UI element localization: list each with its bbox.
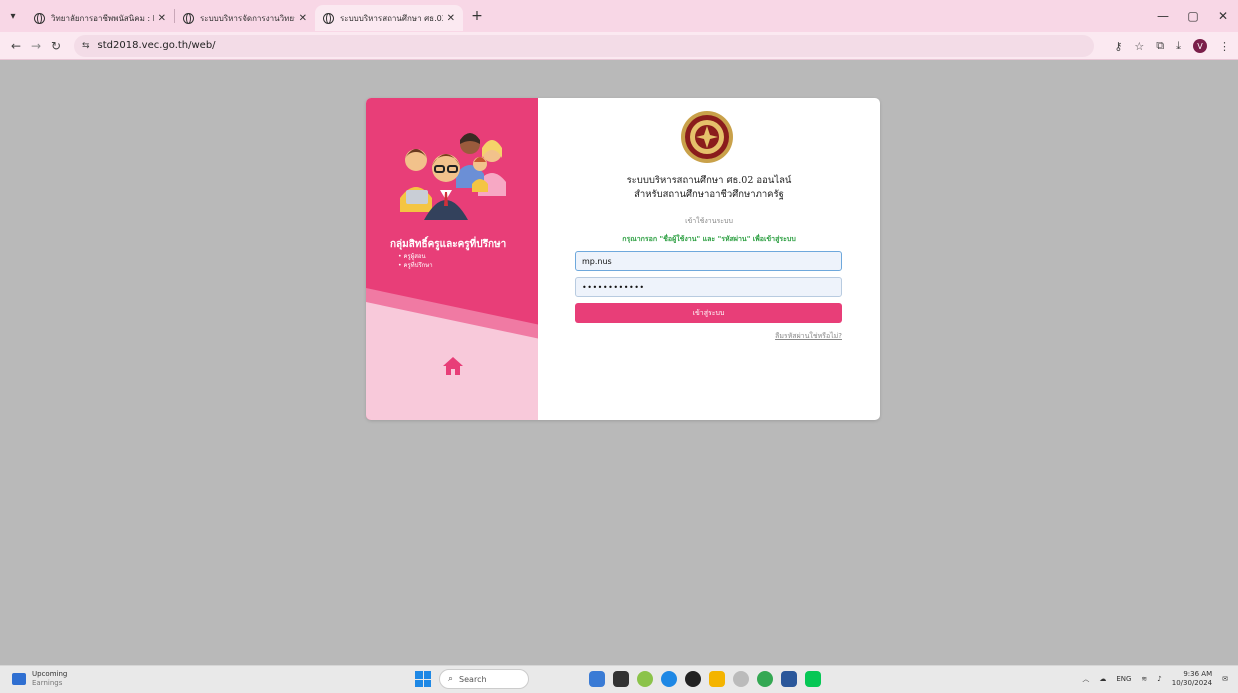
widgets-subtitle: Earnings bbox=[32, 679, 63, 687]
tab-title: ระบบบริหารจัดการงานวิทยาลัยการอ bbox=[200, 13, 295, 23]
password-key-icon[interactable]: ⚷ bbox=[1114, 40, 1122, 53]
clock[interactable]: 9:36 AM 10/30/2024 bbox=[1172, 670, 1212, 688]
os-taskbar: Upcoming Earnings ⌕ Search ︿ ☁ ENG ≋ ♪ 9… bbox=[0, 665, 1238, 693]
file-explorer-icon[interactable] bbox=[709, 671, 725, 687]
login-instruction: กรุณากรอก "ชื่อผู้ใช้งาน" และ "รหัสผ่าน"… bbox=[622, 235, 796, 243]
task-view-icon[interactable] bbox=[589, 671, 605, 687]
group-list: • ครูผู้สอน • ครูที่ปรึกษา bbox=[398, 252, 433, 270]
globe-icon bbox=[183, 12, 194, 24]
clock-date: 10/30/2024 bbox=[1171, 679, 1213, 687]
login-card: กลุ่มสิทธิ์ครูและครูที่ปรึกษา • ครูผู้สอ… bbox=[366, 98, 880, 420]
app-icon[interactable] bbox=[613, 671, 629, 687]
close-window-icon[interactable]: ✕ bbox=[1208, 9, 1238, 23]
word-icon[interactable] bbox=[781, 671, 797, 687]
system-tray: ︿ ☁ ENG ≋ ♪ 9:36 AM 10/30/2024 ✉ bbox=[1082, 670, 1228, 688]
bookmark-star-icon[interactable]: ☆ bbox=[1134, 40, 1144, 53]
restore-icon[interactable]: ▢ bbox=[1178, 9, 1208, 23]
line-icon[interactable] bbox=[805, 671, 821, 687]
system-title-line1: ระบบบริหารสถานศึกษา ศธ.02 ออนไลน์ bbox=[626, 175, 792, 186]
system-title: ระบบบริหารสถานศึกษา ศธ.02 ออนไลน์ สำหรับ… bbox=[538, 174, 880, 202]
widgets-button[interactable]: Upcoming Earnings bbox=[12, 670, 67, 688]
taskbar-search-box[interactable]: ⌕ Search bbox=[439, 669, 529, 689]
windows-start-icon[interactable] bbox=[415, 671, 431, 687]
minimize-icon[interactable]: — bbox=[1148, 9, 1178, 23]
toolbar-right-icons: ⚷ ☆ ⧉ ⤓ V ⋮ bbox=[1114, 32, 1230, 60]
extensions-icon[interactable]: ⧉ bbox=[1156, 39, 1164, 53]
institution-seal-icon bbox=[681, 111, 733, 163]
app-icon[interactable] bbox=[637, 671, 653, 687]
group-item: • ครูผู้สอน bbox=[398, 253, 426, 260]
url-bar[interactable]: ⇆ std2018.vec.go.th/web/ bbox=[74, 34, 1094, 57]
browser-tab-strip: ▾ วิทยาลัยการอาชีพพนัสนิคม : Phanu ✕ ระบ… bbox=[0, 0, 1238, 32]
app-icon[interactable] bbox=[733, 671, 749, 687]
close-icon[interactable]: ✕ bbox=[299, 13, 307, 24]
profile-avatar[interactable]: V bbox=[1193, 39, 1207, 53]
chrome-icon[interactable] bbox=[757, 671, 773, 687]
window-controls: — ▢ ✕ bbox=[1148, 0, 1238, 32]
browser-tab-1[interactable]: วิทยาลัยการอาชีพพนัสนิคม : Phanu ✕ bbox=[26, 5, 174, 31]
site-info-icon[interactable]: ⇆ bbox=[82, 41, 90, 51]
widgets-title: Upcoming bbox=[32, 670, 68, 678]
browser-tab-3-active[interactable]: ระบบบริหารสถานศึกษา ศธ.02 ออนไล ✕ bbox=[315, 5, 463, 31]
taskbar-apps: ⌕ Search bbox=[415, 669, 821, 689]
edge-icon[interactable] bbox=[661, 671, 677, 687]
login-form-panel: ระบบบริหารสถานศึกษา ศธ.02 ออนไลน์ สำหรับ… bbox=[538, 98, 880, 420]
tab-title: ระบบบริหารสถานศึกษา ศธ.02 ออนไล bbox=[340, 13, 443, 23]
tab-title: วิทยาลัยการอาชีพพนัสนิคม : Phanu bbox=[51, 13, 154, 23]
globe-icon bbox=[323, 12, 334, 24]
login-side-panel: กลุ่มสิทธิ์ครูและครูที่ปรึกษา • ครูผู้สอ… bbox=[366, 98, 538, 420]
group-item: • ครูที่ปรึกษา bbox=[398, 262, 433, 269]
browser-tab-2[interactable]: ระบบบริหารจัดการงานวิทยาลัยการอ ✕ bbox=[175, 5, 315, 31]
address-toolbar: ← → ↻ ⇆ std2018.vec.go.th/web/ ⚷ ☆ ⧉ ⤓ V… bbox=[0, 32, 1238, 60]
search-icon: ⌕ bbox=[448, 674, 454, 684]
close-icon[interactable]: ✕ bbox=[447, 13, 455, 24]
login-button[interactable]: เข้าสู่ระบบ bbox=[575, 303, 842, 323]
cloud-icon[interactable]: ☁ bbox=[1099, 675, 1106, 683]
teachers-illustration-icon bbox=[400, 133, 506, 220]
download-icon[interactable]: ⤓ bbox=[1176, 39, 1181, 53]
notification-icon[interactable]: ✉ bbox=[1222, 675, 1228, 683]
close-icon[interactable]: ✕ bbox=[158, 13, 166, 24]
tab-search-icon[interactable]: ▾ bbox=[0, 0, 26, 32]
url-text: std2018.vec.go.th/web/ bbox=[97, 40, 216, 51]
wifi-icon[interactable]: ≋ bbox=[1141, 675, 1147, 683]
widgets-icon bbox=[12, 673, 26, 685]
group-title: กลุ่มสิทธิ์ครูและครูที่ปรึกษา bbox=[390, 239, 507, 250]
username-input[interactable]: mp.nus bbox=[575, 251, 842, 271]
volume-icon[interactable]: ♪ bbox=[1157, 675, 1161, 683]
home-icon[interactable] bbox=[442, 356, 464, 376]
menu-dots-icon[interactable]: ⋮ bbox=[1219, 40, 1230, 53]
back-arrow-icon[interactable]: ← bbox=[6, 39, 26, 53]
search-label: Search bbox=[459, 674, 487, 684]
clock-time: 9:36 AM bbox=[1183, 670, 1213, 678]
forgot-password-link[interactable]: ลืมรหัสผ่านใช่หรือไม่? bbox=[775, 331, 842, 342]
reload-icon[interactable]: ↻ bbox=[46, 39, 66, 53]
widgets-text: Upcoming Earnings bbox=[32, 670, 67, 688]
password-input[interactable]: •••••••••••• bbox=[575, 277, 842, 297]
globe-icon bbox=[34, 12, 45, 24]
forward-arrow-icon[interactable]: → bbox=[26, 39, 46, 53]
system-title-line2: สำหรับสถานศึกษาอาชีวศึกษาภาครัฐ bbox=[634, 189, 784, 200]
login-heading: เข้าใช้งานระบบ bbox=[685, 217, 733, 225]
tiktok-icon[interactable] bbox=[685, 671, 701, 687]
language-indicator[interactable]: ENG bbox=[1116, 675, 1131, 683]
new-tab-button[interactable]: + bbox=[467, 8, 487, 24]
chevron-up-icon[interactable]: ︿ bbox=[1082, 674, 1089, 684]
